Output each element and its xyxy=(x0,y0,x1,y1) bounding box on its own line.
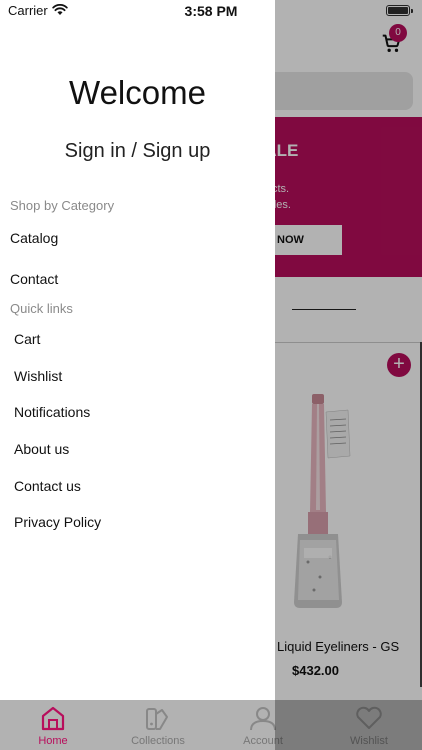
quick-link-privacy-policy[interactable]: Privacy Policy xyxy=(14,514,101,530)
tab-collections[interactable]: Collections xyxy=(108,700,208,750)
status-bar: Carrier 3:58 PM xyxy=(0,0,422,22)
tab-home[interactable]: Home xyxy=(3,700,103,750)
status-time: 3:58 PM xyxy=(184,3,238,19)
quick-link-wishlist[interactable]: Wishlist xyxy=(14,368,62,384)
category-item-contact[interactable]: Contact xyxy=(10,271,58,287)
tab-bar-dim-overlay[interactable] xyxy=(275,700,422,750)
quick-link-contact-us[interactable]: Contact us xyxy=(14,478,81,494)
shop-by-category-heading: Shop by Category xyxy=(10,198,115,213)
battery-icon xyxy=(386,5,413,16)
quick-link-cart[interactable]: Cart xyxy=(14,331,40,347)
sign-in-sign-up-link[interactable]: Sign in / Sign up xyxy=(0,140,275,163)
quick-link-about-us[interactable]: About us xyxy=(14,441,69,457)
quick-links-heading: Quick links xyxy=(10,301,73,316)
quick-link-notifications[interactable]: Notifications xyxy=(14,404,90,420)
category-item-catalog[interactable]: Catalog xyxy=(10,230,58,246)
welcome-heading: Welcome xyxy=(69,74,206,111)
tab-collections-label: Collections xyxy=(131,735,185,747)
tab-home-label: Home xyxy=(38,735,68,747)
collections-icon xyxy=(146,708,168,730)
home-icon xyxy=(41,706,65,731)
side-drawer: Welcome Sign in / Sign up Shop by Catego… xyxy=(0,0,275,700)
